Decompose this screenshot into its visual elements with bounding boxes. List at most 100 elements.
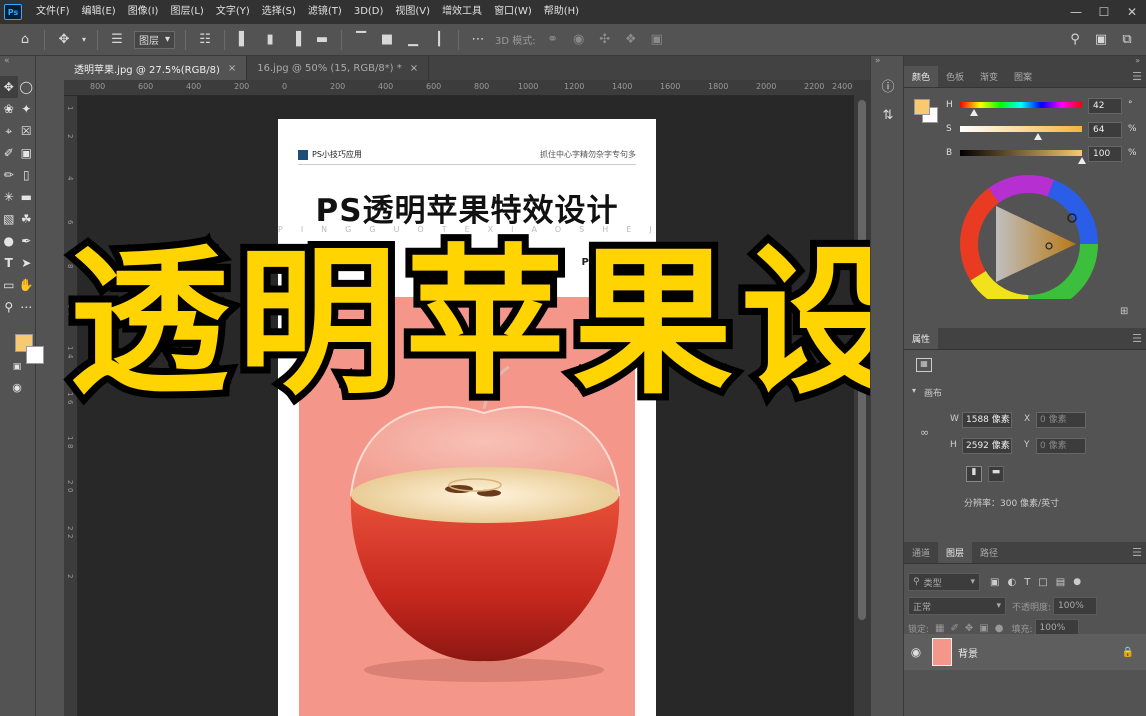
- collapse-icon[interactable]: »: [904, 56, 1146, 66]
- path-select-tool-icon[interactable]: ➤: [18, 252, 36, 274]
- hue-value-input[interactable]: 42: [1088, 98, 1122, 114]
- adjustments-icon[interactable]: ⇅: [871, 100, 905, 130]
- tab-patterns[interactable]: 图案: [1006, 66, 1040, 87]
- filter-shape-icon[interactable]: □: [1038, 577, 1047, 588]
- color-wheel[interactable]: [954, 174, 1104, 299]
- close-icon[interactable]: ✕: [1118, 0, 1146, 24]
- info-icon[interactable]: ⓘ: [871, 70, 905, 100]
- x-input[interactable]: 0 像素: [1036, 412, 1086, 428]
- document-canvas[interactable]: PS小技巧应用 抓住中心字精勿杂字专句多 PS透明苹果特效设计 PINGGUOT…: [278, 119, 656, 716]
- menu-filter[interactable]: 滤镜(T): [302, 0, 348, 24]
- menu-type[interactable]: 文字(Y): [210, 0, 256, 24]
- menu-file[interactable]: 文件(F): [30, 0, 76, 24]
- workspace-icon[interactable]: ▣: [1090, 29, 1112, 51]
- lock-artboard-icon[interactable]: ▣: [979, 623, 988, 634]
- more-tools-icon[interactable]: ⋯: [18, 296, 36, 318]
- foreground-color-swatch[interactable]: [914, 99, 930, 115]
- filter-pixel-icon[interactable]: ▣: [990, 577, 999, 588]
- eye-icon[interactable]: ◉: [904, 645, 928, 659]
- menu-window[interactable]: 窗口(W): [488, 0, 538, 24]
- minimize-icon[interactable]: —: [1062, 0, 1090, 24]
- chevron-down-icon[interactable]: ▾: [79, 29, 89, 51]
- align-right-icon[interactable]: ▐: [285, 29, 307, 51]
- more-icon[interactable]: ⋯: [467, 29, 489, 51]
- roll-3d-icon[interactable]: ◉: [568, 29, 590, 51]
- lock-all-icon[interactable]: ●: [995, 623, 1004, 634]
- distribute-icon[interactable]: ▬: [311, 29, 333, 51]
- zoom-tool-icon[interactable]: ⚲: [0, 296, 18, 318]
- menu-3d[interactable]: 3D(D): [348, 0, 390, 24]
- collapse-icon[interactable]: «: [0, 56, 35, 76]
- landscape-orientation-icon[interactable]: ▬: [988, 466, 1004, 482]
- height-input[interactable]: 2592 像素: [962, 438, 1012, 454]
- move-tool-icon[interactable]: ✥: [53, 29, 75, 51]
- camera-3d-icon[interactable]: ▣: [646, 29, 668, 51]
- layer-select-dropdown[interactable]: 图层 ▾: [134, 30, 176, 49]
- hand-tool-icon[interactable]: ✋: [18, 274, 36, 296]
- tab-color[interactable]: 颜色: [904, 66, 939, 87]
- saturation-value-input[interactable]: 64: [1088, 122, 1122, 138]
- move-tool-icon[interactable]: ✥: [0, 76, 18, 98]
- panel-menu-icon[interactable]: ☰: [1132, 66, 1142, 87]
- vertical-scrollbar[interactable]: [854, 80, 870, 716]
- menu-help[interactable]: 帮助(H): [538, 0, 585, 24]
- crop-tool-icon[interactable]: ⌖: [0, 120, 18, 142]
- hue-slider-thumb[interactable]: [970, 109, 978, 116]
- opacity-input[interactable]: 100%: [1053, 597, 1098, 615]
- lock-icon[interactable]: 🔒: [1122, 647, 1134, 658]
- maximize-icon[interactable]: ☐: [1090, 0, 1118, 24]
- width-input[interactable]: 1588 像素: [962, 412, 1012, 428]
- lock-position-icon[interactable]: ✥: [965, 623, 973, 634]
- portrait-orientation-icon[interactable]: ▮: [966, 466, 982, 482]
- background-color-swatch[interactable]: [26, 346, 44, 364]
- scrollbar-thumb[interactable]: [858, 100, 866, 620]
- brightness-slider-thumb[interactable]: [1078, 157, 1086, 164]
- transform-controls-icon[interactable]: ☷: [194, 29, 216, 51]
- tab-16jpg[interactable]: 16.jpg @ 50% (15, RGB/8*) * ×: [247, 56, 430, 80]
- layer-kind-filter[interactable]: ⚲ 类型 ▾: [908, 573, 980, 591]
- filter-toggle-icon[interactable]: ●: [1073, 577, 1081, 587]
- align-top-icon[interactable]: ▔: [350, 29, 372, 51]
- menu-layer[interactable]: 图层(L): [164, 0, 209, 24]
- type-tool-icon[interactable]: T: [0, 252, 18, 274]
- lock-transparency-icon[interactable]: ▦: [935, 623, 944, 634]
- photoshop-logo[interactable]: Ps: [4, 4, 22, 20]
- rectangle-tool-icon[interactable]: ▭: [0, 274, 18, 296]
- lock-image-icon[interactable]: ✐: [951, 623, 959, 634]
- share-icon[interactable]: ⧉: [1116, 29, 1138, 51]
- filter-type-icon[interactable]: T: [1024, 577, 1030, 588]
- gradient-tool-icon[interactable]: ▧: [0, 208, 18, 230]
- align-bottom-icon[interactable]: ▁: [402, 29, 424, 51]
- frame-tool-icon[interactable]: ☒: [18, 120, 36, 142]
- menu-select[interactable]: 选择(S): [256, 0, 302, 24]
- distribute-vertical-icon[interactable]: ┃: [428, 29, 450, 51]
- pan-3d-icon[interactable]: ✣: [594, 29, 616, 51]
- brush-tool-icon[interactable]: ✏: [0, 164, 18, 186]
- eyedropper-tool-icon[interactable]: ✐: [0, 142, 18, 164]
- tab-properties[interactable]: 属性: [904, 328, 939, 349]
- hue-slider[interactable]: [960, 102, 1082, 108]
- tab-swatches[interactable]: 色板: [938, 66, 972, 87]
- brightness-slider[interactable]: [960, 150, 1082, 156]
- filter-adjustment-icon[interactable]: ◐: [1007, 577, 1016, 588]
- layer-row[interactable]: ◉ 背景 🔒: [904, 634, 1146, 670]
- auto-select-icon[interactable]: ☰: [106, 29, 128, 51]
- align-middle-icon[interactable]: ■: [376, 29, 398, 51]
- stamp-tool-icon[interactable]: ▯: [18, 164, 36, 186]
- marquee-tool-icon[interactable]: ◯: [18, 76, 36, 98]
- menu-view[interactable]: 视图(V): [389, 0, 436, 24]
- default-colors-icon[interactable]: ▣: [8, 356, 26, 378]
- y-input[interactable]: 0 像素: [1036, 438, 1086, 454]
- quick-select-tool-icon[interactable]: ✦: [18, 98, 36, 120]
- panel-menu-icon[interactable]: ☰: [1132, 542, 1142, 563]
- panel-menu-icon[interactable]: ☰: [1132, 328, 1142, 349]
- filter-smart-object-icon[interactable]: ▤: [1056, 577, 1065, 588]
- tab-paths[interactable]: 路径: [972, 542, 1006, 563]
- blend-mode-dropdown[interactable]: 正常 ▾: [908, 597, 1006, 615]
- tab-layers[interactable]: 图层: [938, 542, 973, 563]
- close-icon[interactable]: ×: [228, 63, 236, 74]
- saturation-slider-thumb[interactable]: [1034, 133, 1042, 140]
- eraser-tool-icon[interactable]: ▬: [18, 186, 36, 208]
- healing-tool-icon[interactable]: ▣: [18, 142, 36, 164]
- close-icon[interactable]: ×: [410, 63, 418, 74]
